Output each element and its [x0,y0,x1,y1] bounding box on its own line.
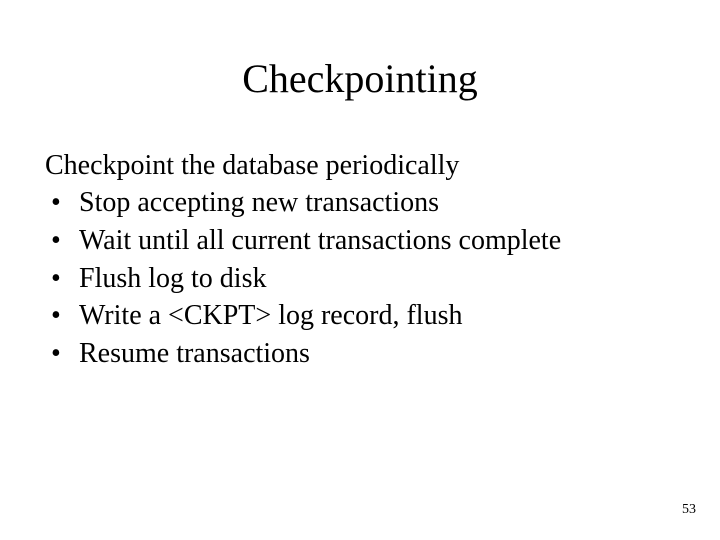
list-item: • Write a <CKPT> log record, flush [45,297,675,335]
list-item-label: Stop accepting new transactions [79,187,439,218]
slide-title: Checkpointing [45,55,675,102]
list-item: • Wait until all current transactions com… [45,222,675,260]
list-item-label: Wait until all current transactions comp… [79,225,561,256]
bullet-icon: • [51,222,61,260]
bullet-icon: • [51,297,61,335]
bullet-icon: • [51,335,61,373]
slide: Checkpointing Checkpoint the database pe… [0,0,720,540]
bullet-icon: • [51,260,61,298]
bullet-icon: • [51,184,61,222]
page-number: 53 [682,502,696,518]
list-item: • Resume transactions [45,335,675,373]
list-item: • Flush log to disk [45,260,675,298]
intro-line: Checkpoint the database periodically [45,150,675,182]
list-item: • Stop accepting new transactions [45,184,675,222]
list-item-label: Flush log to disk [79,263,266,294]
list-item-label: Write a <CKPT> log record, flush [79,300,462,331]
list-item-label: Resume transactions [79,338,310,369]
bullet-list: • Stop accepting new transactions • Wait u… [45,184,675,373]
